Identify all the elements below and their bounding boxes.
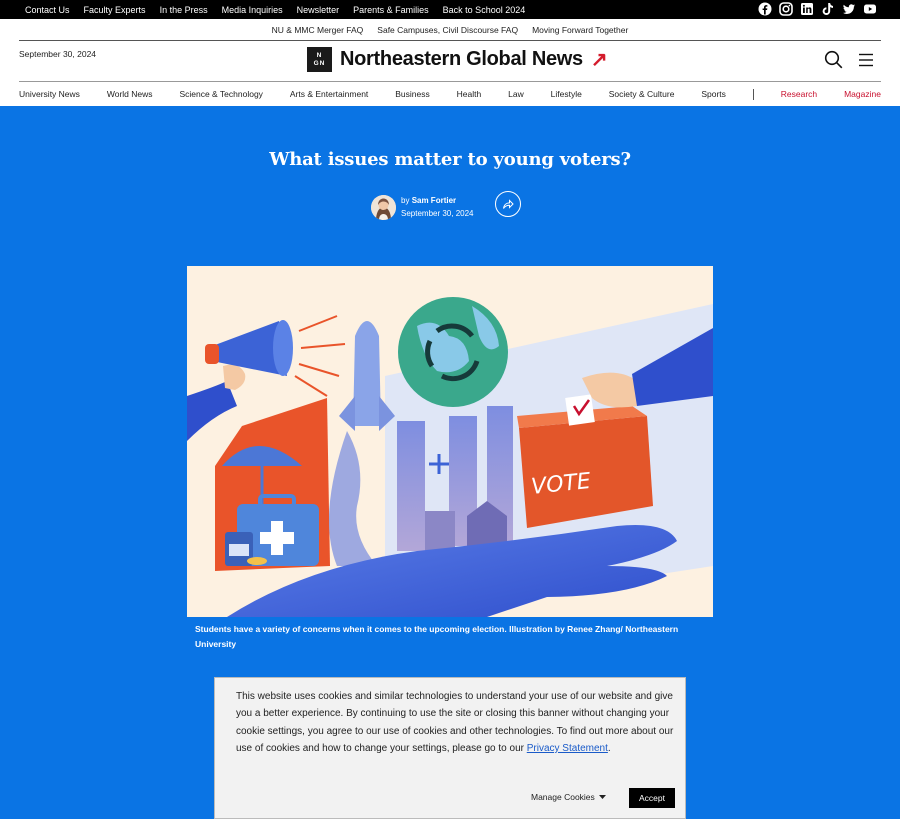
divider <box>19 40 881 41</box>
author-avatar[interactable] <box>371 194 396 220</box>
nav-lifestyle[interactable]: Lifestyle <box>551 89 582 99</box>
cookie-banner: This website uses cookies and similar te… <box>214 677 686 819</box>
linkedin-icon[interactable] <box>800 2 814 16</box>
nav-arts-entertainment[interactable]: Arts & Entertainment <box>290 89 368 99</box>
illustration-art: VOTE <box>187 266 713 617</box>
secondary-nav: NU & MMC Merger FAQ Safe Campuses, Civil… <box>0 19 900 40</box>
nav-law[interactable]: Law <box>508 89 524 99</box>
share-icon <box>503 199 514 209</box>
back-to-school-link[interactable]: Back to School 2024 <box>443 5 526 15</box>
header-date: September 30, 2024 <box>19 49 97 59</box>
nav-sports[interactable]: Sports <box>701 89 726 99</box>
menu-icon[interactable] <box>859 53 873 72</box>
facebook-icon[interactable] <box>758 2 772 16</box>
logo-mark-top: N <box>316 51 323 59</box>
nav-health[interactable]: Health <box>457 89 482 99</box>
manage-cookies-label: Manage Cookies <box>531 792 595 802</box>
twitter-icon[interactable] <box>842 2 856 16</box>
nav-magazine[interactable]: Magazine <box>844 89 881 99</box>
media-inquiries-link[interactable]: Media Inquiries <box>222 5 283 15</box>
main-nav: University News World News Science & Tec… <box>19 82 881 106</box>
nav-university-news[interactable]: University News <box>19 89 80 99</box>
parents-families-link[interactable]: Parents & Families <box>353 5 429 15</box>
byline-text: by Sam Fortier September 30, 2024 <box>401 194 474 220</box>
utility-bar: Contact Us Faculty Experts In the Press … <box>0 0 900 19</box>
faculty-experts-link[interactable]: Faculty Experts <box>84 5 146 15</box>
nav-research[interactable]: Research <box>781 89 817 99</box>
cookie-text-end: . <box>607 742 611 754</box>
search-icon[interactable] <box>824 50 843 74</box>
merger-faq-link[interactable]: NU & MMC Merger FAQ <box>272 25 364 35</box>
article-title: What issues matter to young voters? <box>269 149 631 170</box>
featured-illustration: VOTE <box>187 266 713 617</box>
nav-business[interactable]: Business <box>395 89 430 99</box>
youtube-icon[interactable] <box>863 2 877 16</box>
social-links <box>758 2 877 16</box>
logo-mark-bottom: GN <box>313 59 326 67</box>
utility-links: Contact Us Faculty Experts In the Press … <box>25 0 525 19</box>
site-header: NU & MMC Merger FAQ Safe Campuses, Civil… <box>0 19 900 106</box>
header-actions <box>824 50 873 74</box>
accept-cookies-button[interactable]: Accept <box>629 788 675 808</box>
tiktok-icon[interactable] <box>821 2 835 16</box>
in-the-press-link[interactable]: In the Press <box>160 5 208 15</box>
image-caption: Students have a variety of concerns when… <box>195 624 679 649</box>
byline: by Sam Fortier September 30, 2024 <box>371 194 474 220</box>
site-name: Northeastern Global News <box>340 48 583 70</box>
moving-forward-link[interactable]: Moving Forward Together <box>532 25 628 35</box>
logo-arrow-icon: ↗ <box>590 49 608 71</box>
cookie-text: This website uses cookies and similar te… <box>236 688 676 757</box>
contact-us-link[interactable]: Contact Us <box>25 5 70 15</box>
article-date: September 30, 2024 <box>401 209 474 218</box>
nav-world-news[interactable]: World News <box>107 89 153 99</box>
safe-campuses-faq-link[interactable]: Safe Campuses, Civil Discourse FAQ <box>377 25 518 35</box>
instagram-icon[interactable] <box>779 2 793 16</box>
nav-society-culture[interactable]: Society & Culture <box>609 89 675 99</box>
by-prefix: by <box>401 196 410 205</box>
manage-cookies-button[interactable]: Manage Cookies <box>531 792 607 802</box>
nav-science-technology[interactable]: Science & Technology <box>179 89 262 99</box>
share-button[interactable] <box>495 191 521 217</box>
newsletter-link[interactable]: Newsletter <box>297 5 340 15</box>
author-name[interactable]: Sam Fortier <box>412 196 456 205</box>
privacy-statement-link[interactable]: Privacy Statement <box>527 743 608 754</box>
nav-separator <box>752 88 754 100</box>
logo-mark: N GN <box>307 47 332 72</box>
site-logo[interactable]: N GN Northeastern Global News ↗ <box>307 47 608 72</box>
caret-down-icon <box>598 795 606 799</box>
